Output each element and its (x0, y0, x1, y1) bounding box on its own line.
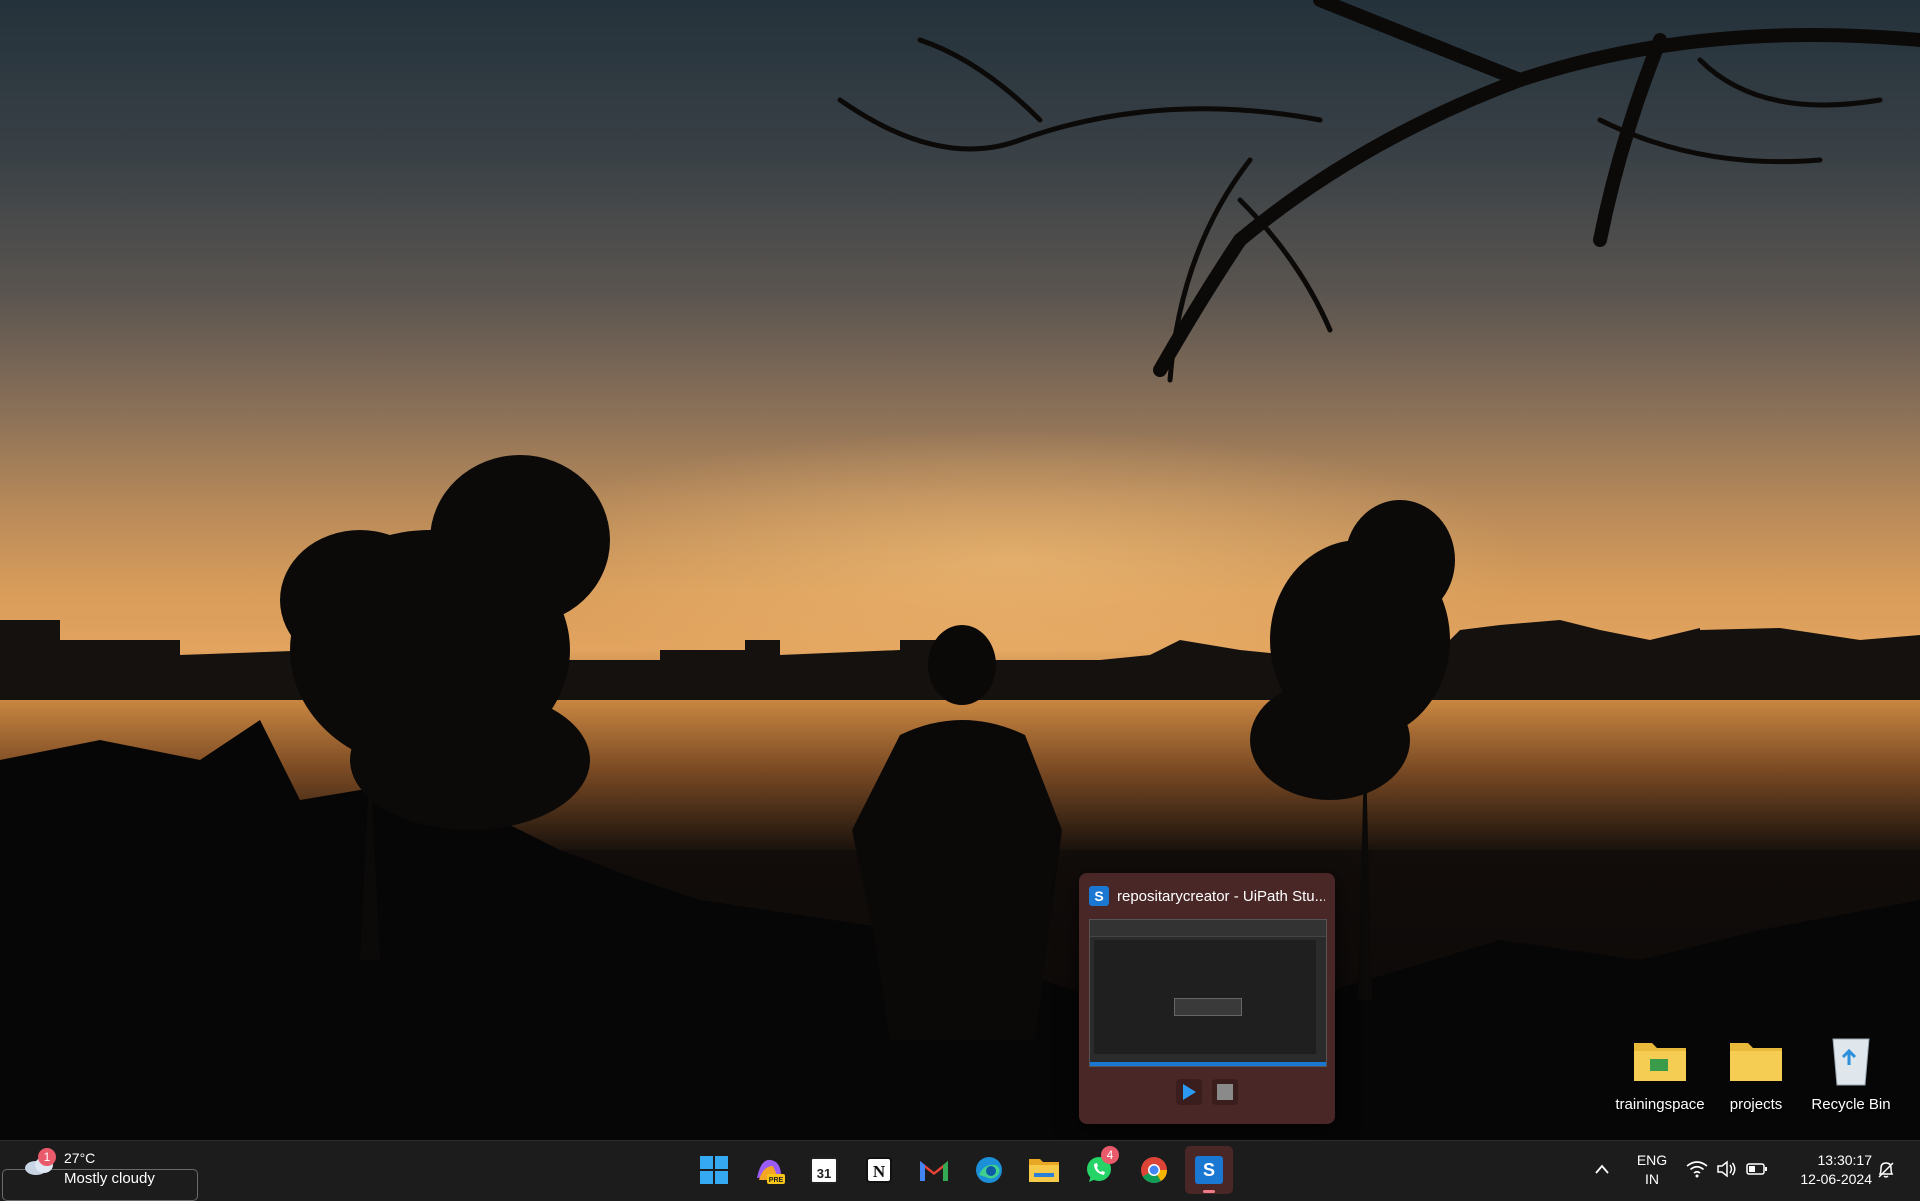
taskbar-copilot[interactable]: PRE (745, 1146, 793, 1194)
volume-icon[interactable] (1716, 1160, 1738, 1178)
clock-date: 12-06-2024 (1800, 1171, 1872, 1187)
taskbar-apps: PRE 31 N 4 S (690, 1146, 1233, 1194)
uipath-icon: S (1089, 886, 1109, 906)
desktop-icon-label: trainingspace (1615, 1096, 1705, 1113)
notification-bell-icon[interactable] (1876, 1160, 1896, 1180)
wallpaper-scene (0, 0, 1920, 1140)
weather-temperature: 27°C (64, 1150, 96, 1166)
weather-badge: 1 (38, 1148, 56, 1166)
region-code: IN (1645, 1171, 1659, 1187)
folder-icon (1708, 1028, 1804, 1090)
recycle-bin-icon (1803, 1028, 1899, 1090)
thumbnail-toolbar (1090, 920, 1326, 937)
taskbar-window-preview[interactable]: S repositarycreator - UiPath Stu... (1079, 873, 1335, 1124)
whatsapp-badge: 4 (1101, 1146, 1119, 1164)
battery-icon[interactable] (1746, 1161, 1768, 1177)
notion-icon: N (866, 1157, 892, 1183)
wifi-icon[interactable] (1686, 1160, 1708, 1178)
taskbar-file-explorer[interactable] (1020, 1146, 1068, 1194)
desktop-icon-label: Recycle Bin (1811, 1096, 1891, 1113)
taskbar-whatsapp[interactable]: 4 (1075, 1146, 1123, 1194)
system-clock[interactable]: 13:30:17 12-06-2024 (1782, 1151, 1872, 1189)
copilot-tag: PRE (769, 1177, 784, 1184)
desktop-icon-projects[interactable]: projects (1708, 1028, 1804, 1113)
taskbar-edge[interactable] (965, 1146, 1013, 1194)
preview-title-bar: S repositarycreator - UiPath Stu... (1089, 885, 1325, 907)
taskbar-calendar[interactable]: 31 (800, 1146, 848, 1194)
start-button[interactable] (690, 1146, 738, 1194)
file-explorer-icon (1029, 1159, 1059, 1182)
input-language[interactable]: ENG IN (1634, 1151, 1670, 1189)
folder-icon (1612, 1028, 1708, 1090)
notion-letter: N (873, 1162, 886, 1181)
chrome-icon (1141, 1157, 1168, 1184)
stop-icon (1217, 1084, 1233, 1100)
language-code: ENG (1636, 1152, 1668, 1168)
weather-condition: Mostly cloudy (64, 1170, 155, 1187)
calendar-icon: 31 (810, 1157, 838, 1184)
desktop-icon-label: projects (1729, 1096, 1783, 1113)
clock-time: 13:30:17 (1817, 1152, 1873, 1168)
taskbar-chrome[interactable] (1130, 1146, 1178, 1194)
uipath-icon: S (1195, 1156, 1223, 1184)
stop-button[interactable] (1212, 1079, 1238, 1105)
thumbnail-statusbar (1090, 1062, 1326, 1066)
copilot-icon: PRE (757, 1159, 785, 1184)
taskbar-notion[interactable]: N (855, 1146, 903, 1194)
preview-title: repositarycreator - UiPath Stu... (1117, 887, 1325, 905)
active-window-indicator (1203, 1190, 1215, 1193)
desktop-wallpaper (0, 0, 1920, 1140)
preview-controls (1079, 1079, 1335, 1105)
taskbar-gmail[interactable] (910, 1146, 958, 1194)
play-button[interactable] (1176, 1079, 1202, 1105)
gmail-icon (920, 1161, 948, 1181)
windows-start-icon (700, 1156, 728, 1184)
taskbar-uipath-studio[interactable]: S (1185, 1146, 1233, 1194)
chevron-up-icon[interactable] (1594, 1162, 1610, 1176)
thumbnail-dialog (1174, 998, 1242, 1016)
edge-icon (976, 1157, 1002, 1183)
desktop-icon-trainingspace[interactable]: trainingspace (1612, 1028, 1708, 1113)
calendar-day: 31 (817, 1166, 831, 1181)
desktop-icon-recycle-bin[interactable]: Recycle Bin (1803, 1028, 1899, 1113)
thumbnail-canvas (1094, 940, 1316, 1054)
play-icon (1183, 1084, 1196, 1100)
preview-thumbnail[interactable] (1089, 919, 1327, 1067)
